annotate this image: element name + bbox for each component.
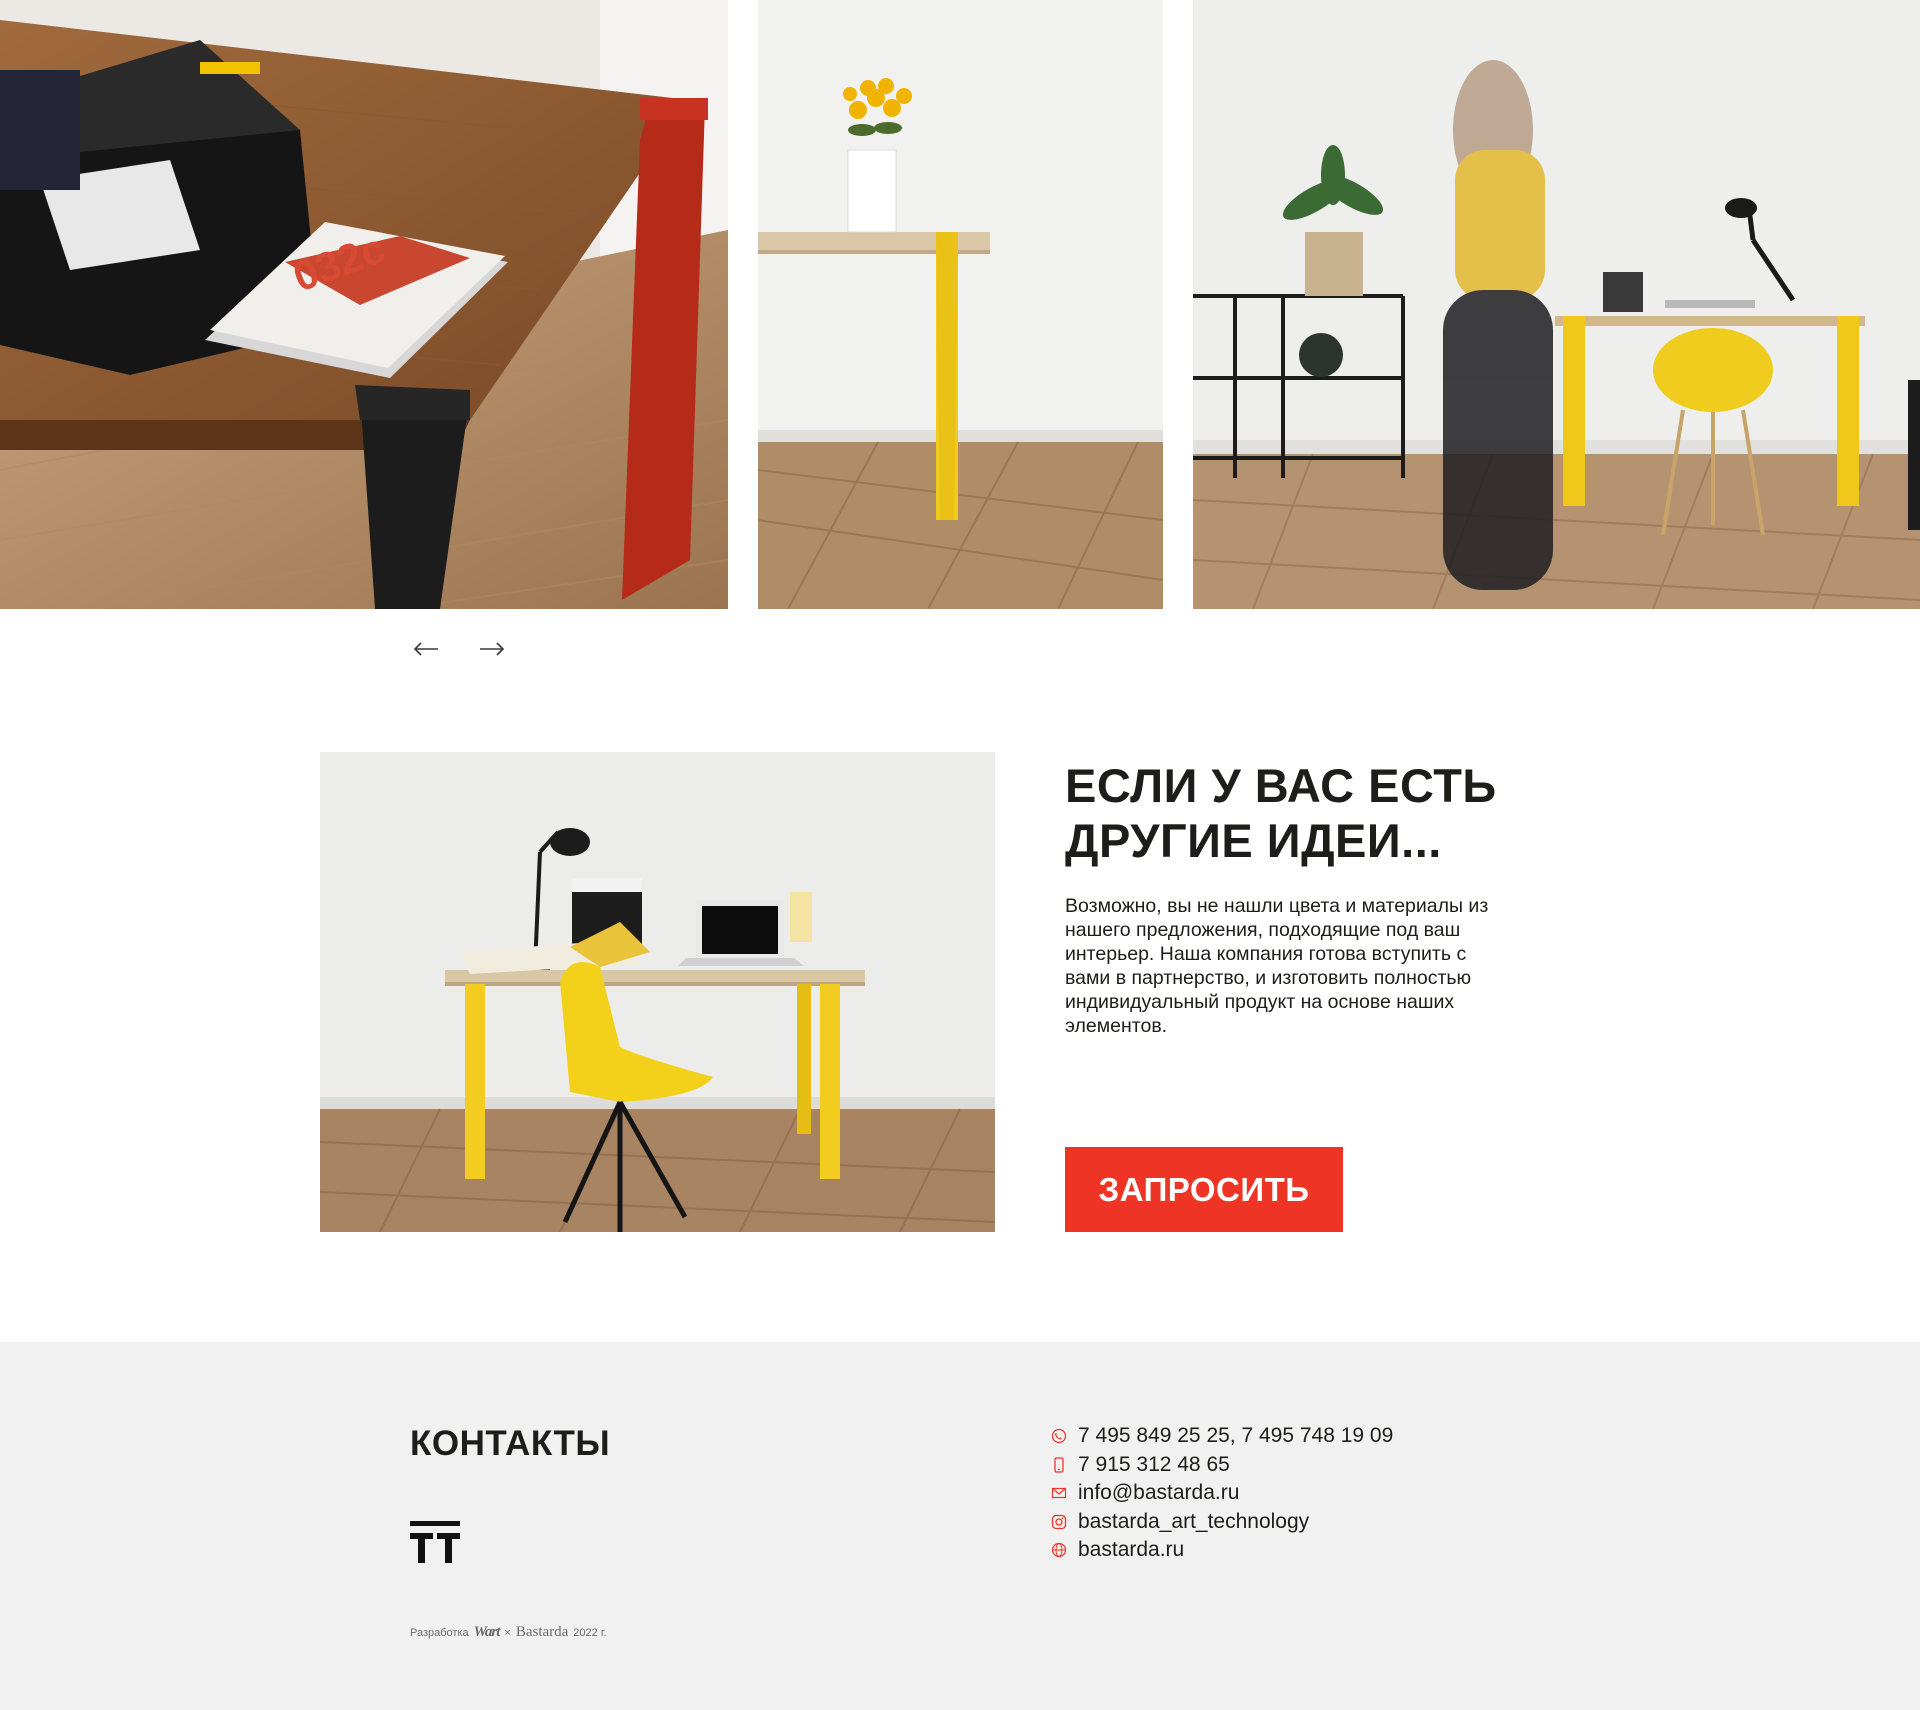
gallery-prev-button[interactable] (408, 632, 444, 666)
contact-website[interactable]: bastarda.ru (1050, 1536, 1393, 1565)
contact-email-text: info@bastarda.ru (1078, 1481, 1240, 1505)
credits-prefix: Разработка (410, 1626, 469, 1639)
credits-brand[interactable]: Bastarda (516, 1624, 568, 1641)
product-gallery: 032c (0, 0, 1920, 656)
contacts-title: КОНТАКТЫ (410, 1424, 611, 1463)
request-button[interactable]: ЗАПРОСИТЬ (1065, 1147, 1343, 1232)
ideas-description: Возможно, вы не нашли цвета и материалы … (1065, 895, 1489, 1037)
ideas-photo (320, 752, 995, 1232)
arrow-right-icon (480, 642, 505, 656)
contact-list: 7 495 849 25 25, 7 495 748 19 09 7 915 3… (1050, 1422, 1393, 1565)
slide-1-image: 032c (0, 0, 728, 609)
ideas-title-line1: ЕСЛИ У ВАС ЕСТЬ (1065, 759, 1497, 812)
mobile-icon (1050, 1456, 1068, 1474)
gallery-slide-2[interactable] (758, 0, 1163, 609)
gallery-slide-3[interactable] (1193, 0, 1920, 609)
slide-2-image (758, 0, 1163, 609)
contact-email[interactable]: info@bastarda.ru (1050, 1479, 1393, 1508)
ideas-title-line2: ДРУГИЕ ИДЕИ... (1065, 814, 1442, 867)
arrow-left-icon (413, 642, 438, 656)
credits: Разработка Wart × Bastarda 2022 г. (410, 1624, 607, 1641)
desk-photo-image (320, 752, 995, 1232)
globe-icon (1050, 1541, 1068, 1559)
mail-icon (1050, 1484, 1068, 1502)
gallery-next-button[interactable] (474, 632, 510, 666)
credits-studio[interactable]: Wart (474, 1624, 501, 1641)
phone-icon (1050, 1427, 1068, 1445)
contact-instagram[interactable]: bastarda_art_technology (1050, 1508, 1393, 1537)
contact-website-text: bastarda.ru (1078, 1538, 1185, 1562)
tt-logo-icon[interactable] (410, 1521, 460, 1563)
gallery-slide-1[interactable]: 032c (0, 0, 728, 609)
footer: КОНТАКТЫ Разработка Wart × Bastarda 2022… (0, 1342, 1920, 1710)
contact-instagram-text: bastarda_art_technology (1078, 1509, 1310, 1533)
credits-separator: × (504, 1626, 511, 1639)
ideas-title: ЕСЛИ У ВАС ЕСТЬ ДРУГИЕ ИДЕИ... (1065, 758, 1545, 868)
credits-year: 2022 г. (573, 1626, 607, 1639)
contact-phone[interactable]: 7 495 849 25 25, 7 495 748 19 09 (1050, 1422, 1393, 1451)
contact-mobile-text: 7 915 312 48 65 (1078, 1452, 1230, 1476)
contact-mobile[interactable]: 7 915 312 48 65 (1050, 1451, 1393, 1480)
slide-3-image (1193, 0, 1920, 609)
contact-phone-text: 7 495 849 25 25, 7 495 748 19 09 (1078, 1424, 1394, 1448)
gallery-navigation (408, 632, 510, 666)
instagram-icon (1050, 1513, 1068, 1531)
